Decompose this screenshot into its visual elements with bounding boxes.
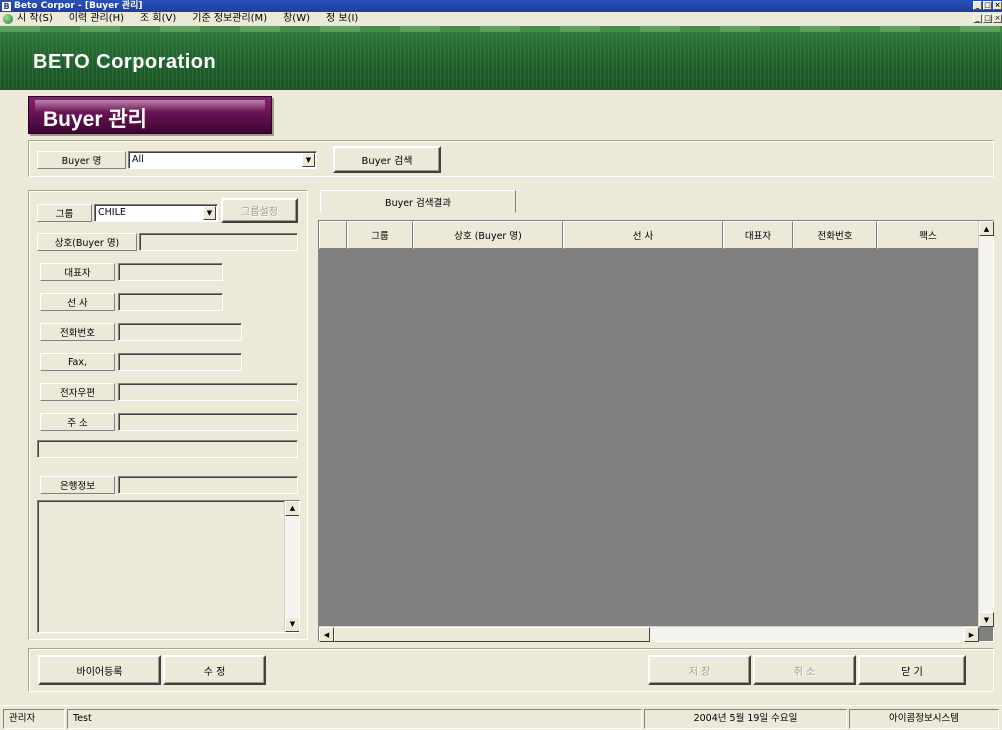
group-label: 그룹 <box>37 204 92 222</box>
ceo-label: 대표자 <box>40 263 115 281</box>
menu-history[interactable]: 이력 관리(H) <box>69 12 124 26</box>
address-label: 주 소 <box>40 413 115 431</box>
save-button[interactable]: 저 장 <box>648 655 751 685</box>
fax-field[interactable] <box>118 353 242 371</box>
bank-info-label: 은행정보 <box>40 476 115 494</box>
chevron-down-icon[interactable]: ▼ <box>302 153 315 167</box>
modify-button[interactable]: 수 정 <box>163 655 266 685</box>
company-name-label: 상호(Buyer 명) <box>37 233 137 251</box>
menu-start[interactable]: 시 작(S) <box>17 12 53 26</box>
grid-horizontal-scrollbar[interactable]: ◀ ▶ <box>319 626 979 642</box>
scroll-right-icon[interactable]: ▶ <box>964 627 979 642</box>
mdi-app-icon[interactable] <box>3 14 13 24</box>
menu-window[interactable]: 창(W) <box>283 12 310 26</box>
status-user: Test <box>67 709 642 729</box>
child-restore-button[interactable]: □ <box>983 14 992 23</box>
menu-view[interactable]: 조 회(V) <box>140 12 176 26</box>
scroll-down-icon[interactable]: ▼ <box>979 612 994 627</box>
shipping-line-label: 선 사 <box>40 293 115 311</box>
child-minimize-button[interactable]: _ <box>973 14 982 23</box>
group-combo[interactable]: CHILE ▼ <box>94 204 218 222</box>
grid-col-ceo[interactable]: 대표자 <box>723 221 793 249</box>
tab-buyer-search-results[interactable]: Buyer 검색결과 <box>320 190 516 213</box>
status-system-name: 아이콤정보시스템 <box>849 709 999 729</box>
scroll-up-icon[interactable]: ▲ <box>285 501 299 516</box>
page-title-banner: Buyer 관리 <box>28 96 272 134</box>
register-buyer-button[interactable]: 바이어등록 <box>38 655 161 685</box>
close-window-button[interactable]: × <box>993 1 1002 10</box>
app-icon: B <box>2 2 11 11</box>
address-field[interactable] <box>118 413 298 431</box>
bank-info-field[interactable] <box>118 476 298 494</box>
brand-logo-text: BETO Corporation <box>33 51 217 73</box>
buyer-name-combo[interactable]: All ▼ <box>128 151 317 169</box>
chevron-down-icon[interactable]: ▼ <box>203 206 216 220</box>
window-controls: _ □ × <box>973 1 1002 10</box>
grid-header: 그룹 상호 (Buyer 명) 선 사 대표자 전화번호 팩스 <box>319 221 979 249</box>
minimize-button[interactable]: _ <box>973 1 982 10</box>
banner-pattern-strip <box>0 26 1002 32</box>
status-date: 2004년 5월 19일 수요일 <box>644 709 847 729</box>
textarea-scrollbar[interactable]: ▲ ▼ <box>284 501 299 632</box>
phone-field[interactable] <box>118 323 242 341</box>
grid-col-shipping-line[interactable]: 선 사 <box>563 221 723 249</box>
status-bar: 관리자 Test 2004년 5월 19일 수요일 아이콤정보시스템 <box>0 705 1002 730</box>
scrollbar-thumb[interactable] <box>334 627 650 642</box>
email-field[interactable] <box>118 383 298 401</box>
grid-col-phone[interactable]: 전화번호 <box>793 221 877 249</box>
menu-bar: 시 작(S) 이력 관리(H) 조 회(V) 기준 정보관리(M) 창(W) 정 보(I)… <box>0 12 1002 26</box>
scroll-down-icon[interactable]: ▼ <box>285 617 299 632</box>
menu-master-data[interactable]: 기준 정보관리(M) <box>192 12 267 26</box>
company-name-field[interactable] <box>139 233 298 251</box>
group-settings-button[interactable]: 그룹설정 <box>221 198 298 223</box>
grid-col-company[interactable]: 상호 (Buyer 명) <box>413 221 563 249</box>
address-detail-field[interactable] <box>37 440 298 458</box>
buyer-results-grid[interactable]: 그룹 상호 (Buyer 명) 선 사 대표자 전화번호 팩스 ▲ ▼ ◀ ▶ <box>318 220 994 642</box>
maximize-button[interactable]: □ <box>983 1 992 10</box>
grid-col-group[interactable]: 그룹 <box>347 221 413 249</box>
child-close-button[interactable]: × <box>993 14 1002 23</box>
grid-vertical-scrollbar[interactable]: ▲ ▼ <box>978 221 994 627</box>
scroll-left-icon[interactable]: ◀ <box>319 627 334 642</box>
bank-info-textarea[interactable]: ▲ ▼ <box>37 500 300 633</box>
child-window-controls: _ □ × <box>973 14 1002 23</box>
ceo-field[interactable] <box>118 263 223 281</box>
status-role: 관리자 <box>3 709 65 729</box>
email-label: 전자우편 <box>40 383 115 401</box>
header-banner: BETO Corporation <box>0 26 1002 90</box>
fax-label: Fax, <box>40 353 115 371</box>
phone-label: 전화번호 <box>40 323 115 341</box>
window-title: Beto Corpor - [Buyer 관리] <box>14 1 143 11</box>
buyer-name-value: All <box>132 154 144 165</box>
menu-info[interactable]: 정 보(I) <box>326 12 358 26</box>
grid-col-fax[interactable]: 팩스 <box>877 221 979 249</box>
shipping-line-field[interactable] <box>118 293 223 311</box>
window-title-bar: B Beto Corpor - [Buyer 관리] _ □ × <box>0 0 1002 12</box>
close-button[interactable]: 닫 기 <box>858 655 966 685</box>
grid-row-selector-header <box>319 221 347 249</box>
cancel-button[interactable]: 취 소 <box>753 655 856 685</box>
page-title: Buyer 관리 <box>43 108 147 131</box>
buyer-search-button[interactable]: Buyer 검색 <box>333 146 441 173</box>
buyer-name-label: Buyer 명 <box>37 151 126 169</box>
scroll-up-icon[interactable]: ▲ <box>979 221 994 236</box>
group-value: CHILE <box>98 207 126 218</box>
